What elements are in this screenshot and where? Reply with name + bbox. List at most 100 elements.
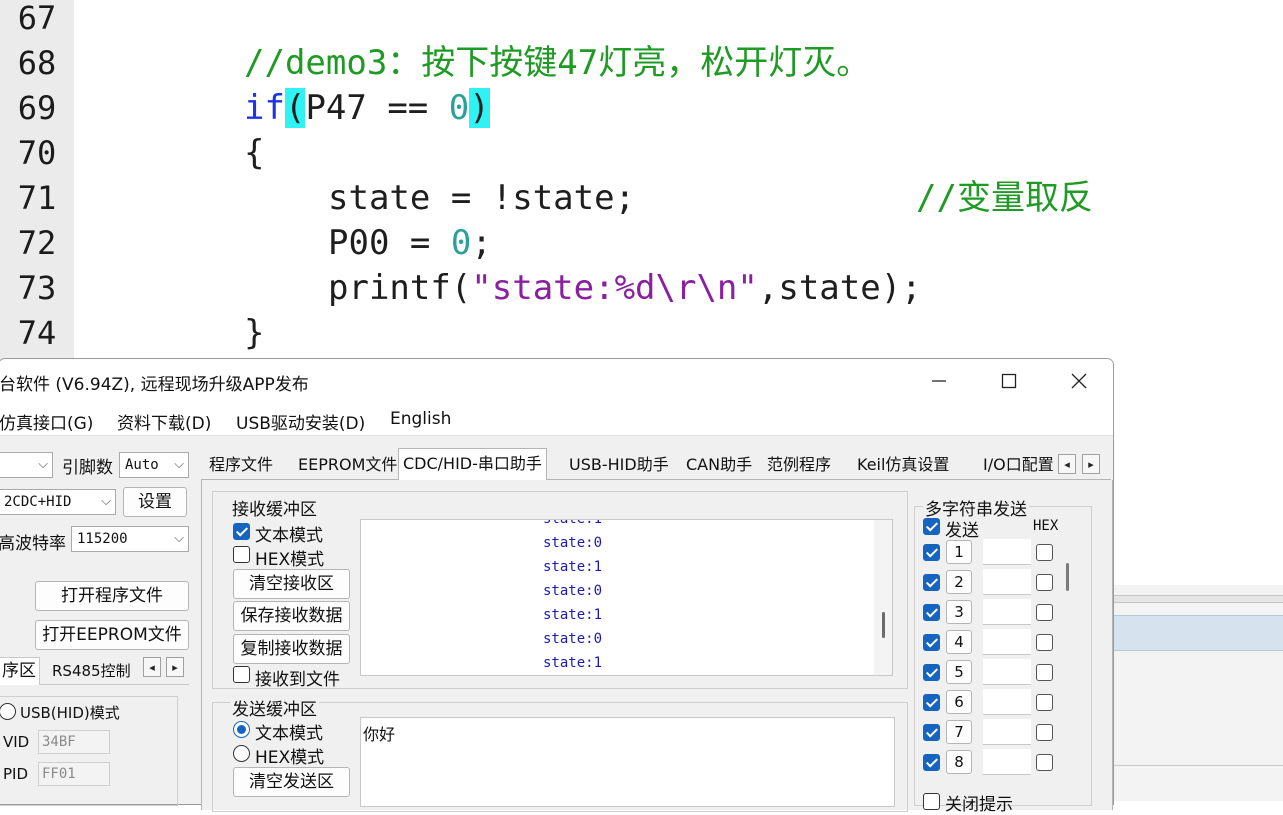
multi-send-scroll-thumb[interactable] <box>1066 563 1069 591</box>
receive-to-file-checkbox[interactable] <box>233 666 250 683</box>
send-textarea[interactable]: 你好 <box>360 717 895 807</box>
left-tab-program[interactable]: 序区 <box>0 657 40 685</box>
menu-usb-driver[interactable]: USB驱动安装(D) <box>236 409 365 434</box>
maximize-button[interactable] <box>981 359 1037 403</box>
send-hex-mode-radio[interactable] <box>233 745 250 762</box>
tab-scroll-right-icon[interactable]: ▸ <box>166 657 184 677</box>
send-row-1-button[interactable]: 1 <box>946 540 972 564</box>
tab-io-config[interactable]: I/O口配置 <box>980 452 1057 478</box>
multi-send-all-checkbox[interactable] <box>923 518 940 535</box>
line-number: 68 <box>17 44 57 82</box>
code-line-71: state = !state; <box>328 178 636 218</box>
close-button[interactable] <box>1051 359 1107 403</box>
tab-keil-settings[interactable]: Keil仿真设置 <box>853 452 953 478</box>
background-window <box>1112 585 1283 801</box>
receive-line: state:0 <box>543 631 603 647</box>
send-row-2-field[interactable] <box>983 569 1031 595</box>
port-select[interactable]: 2CDC+HID ⌵ <box>0 489 116 515</box>
send-row-4-checkbox[interactable] <box>923 634 940 651</box>
send-row-2-checkbox[interactable] <box>923 574 940 591</box>
open-eeprom-file-button[interactable]: 打开EEPROM文件 <box>35 620 189 650</box>
chevron-down-icon: ⌵ <box>38 457 48 472</box>
number-literal: 0 <box>450 223 472 263</box>
code-text: P47 == <box>305 88 449 128</box>
send-row-1-hex-checkbox[interactable] <box>1036 544 1053 561</box>
open-program-file-button[interactable]: 打开程序文件 <box>35 581 189 611</box>
send-row-4-field[interactable] <box>983 629 1031 655</box>
send-row-6-button[interactable]: 6 <box>946 690 972 714</box>
save-receive-button[interactable]: 保存接收数据 <box>233 601 350 631</box>
send-row-1-checkbox[interactable] <box>923 544 940 561</box>
background-selected-row <box>1113 615 1283 651</box>
vid-field[interactable]: 34BF <box>38 730 110 754</box>
tab-cdc-hid-serial[interactable]: CDC/HID-串口助手 <box>398 448 547 481</box>
send-row-5-checkbox[interactable] <box>923 664 940 681</box>
send-row-5-field[interactable] <box>983 659 1031 685</box>
send-row-8-checkbox[interactable] <box>923 754 940 771</box>
menu-download[interactable]: 资料下载(D) <box>117 409 211 434</box>
send-row-6-field[interactable] <box>983 689 1031 715</box>
close-icon <box>1071 373 1087 389</box>
menu-emulation[interactable]: 仿真接口(G) <box>0 409 93 434</box>
background-divider <box>1113 595 1283 603</box>
tab-examples[interactable]: 范例程序 <box>763 452 835 478</box>
copy-receive-button[interactable]: 复制接收数据 <box>233 634 350 664</box>
send-row-7-field[interactable] <box>983 719 1031 745</box>
code-line-71-comment: //变量取反 <box>916 178 1093 218</box>
baud-rate-select[interactable]: 115200 ⌵ <box>71 526 189 552</box>
pid-field[interactable]: FF01 <box>38 762 110 786</box>
tab-scroll-left-icon[interactable]: ◂ <box>143 657 161 677</box>
port-value: 2CDC+HID <box>4 494 72 510</box>
clear-receive-button[interactable]: 清空接收区 <box>233 569 350 599</box>
send-row-7-hex-checkbox[interactable] <box>1036 724 1053 741</box>
tab-eeprom-file[interactable]: EEPROM文件 <box>294 452 401 478</box>
line-number: 73 <box>17 269 57 307</box>
receive-line: state:1 <box>543 559 603 575</box>
menu-english[interactable]: English <box>390 409 451 429</box>
send-row-2-hex-checkbox[interactable] <box>1036 574 1053 591</box>
title-bar[interactable]: 台软件 (V6.94Z), 远程现场升级APP发布 <box>0 359 1113 403</box>
send-row-8-hex-checkbox[interactable] <box>1036 754 1053 771</box>
send-row-3-hex-checkbox[interactable] <box>1036 604 1053 621</box>
send-row-7-button[interactable]: 7 <box>946 720 972 744</box>
clear-send-button[interactable]: 清空发送区 <box>233 767 350 797</box>
send-row-5-hex-checkbox[interactable] <box>1036 664 1053 681</box>
send-row-3-checkbox[interactable] <box>923 604 940 621</box>
send-row-1-field[interactable] <box>983 539 1031 565</box>
tab-scroll-right-icon[interactable]: ▸ <box>1082 454 1100 474</box>
tab-can[interactable]: CAN助手 <box>682 452 756 478</box>
window-title: 台软件 (V6.94Z), 远程现场升级APP发布 <box>0 375 309 395</box>
code-line-72: P00 = 0; <box>328 221 492 266</box>
send-text-mode-radio[interactable] <box>233 721 250 738</box>
left-tab-rs485[interactable]: RS485控制 <box>52 660 131 681</box>
send-row-4-hex-checkbox[interactable] <box>1036 634 1053 651</box>
tab-program-file[interactable]: 程序文件 <box>205 452 277 478</box>
send-row-7-checkbox[interactable] <box>923 724 940 741</box>
send-row-8-field[interactable] <box>983 749 1031 775</box>
pin-count-select[interactable]: Auto ⌵ <box>119 452 189 478</box>
baud-rate-label: 高波特率 <box>0 534 66 554</box>
string-literal: "state:%d\r\n" <box>471 268 758 308</box>
send-row-5-button[interactable]: 5 <box>946 660 972 684</box>
close-tip-checkbox[interactable] <box>923 793 940 810</box>
receive-textarea[interactable]: state:1 state:0 state:1 state:0 state:1 … <box>360 519 893 676</box>
send-row-3-field[interactable] <box>983 599 1031 625</box>
receive-scrollbar[interactable] <box>874 520 892 675</box>
send-row-4-button[interactable]: 4 <box>946 630 972 654</box>
send-row-3-button[interactable]: 3 <box>946 600 972 624</box>
receive-scroll-thumb[interactable] <box>882 612 885 638</box>
receive-hex-mode-label: HEX模式 <box>255 550 325 570</box>
settings-button[interactable]: 设置 <box>123 487 187 517</box>
receive-hex-mode-checkbox[interactable] <box>233 546 250 563</box>
send-row-6-hex-checkbox[interactable] <box>1036 694 1053 711</box>
chip-select[interactable]: ⌵ <box>0 452 53 478</box>
tab-scroll-left-icon[interactable]: ◂ <box>1058 454 1076 474</box>
minimize-button[interactable] <box>911 359 967 403</box>
multi-send-hex-label: HEX <box>1033 518 1059 534</box>
tab-usb-hid[interactable]: USB-HID助手 <box>565 452 673 478</box>
send-row-6-checkbox[interactable] <box>923 694 940 711</box>
send-row-8-button[interactable]: 8 <box>946 750 972 774</box>
receive-text-mode-checkbox[interactable] <box>233 523 250 540</box>
send-row-2-button[interactable]: 2 <box>946 570 972 594</box>
code-text: P00 = <box>328 223 451 263</box>
